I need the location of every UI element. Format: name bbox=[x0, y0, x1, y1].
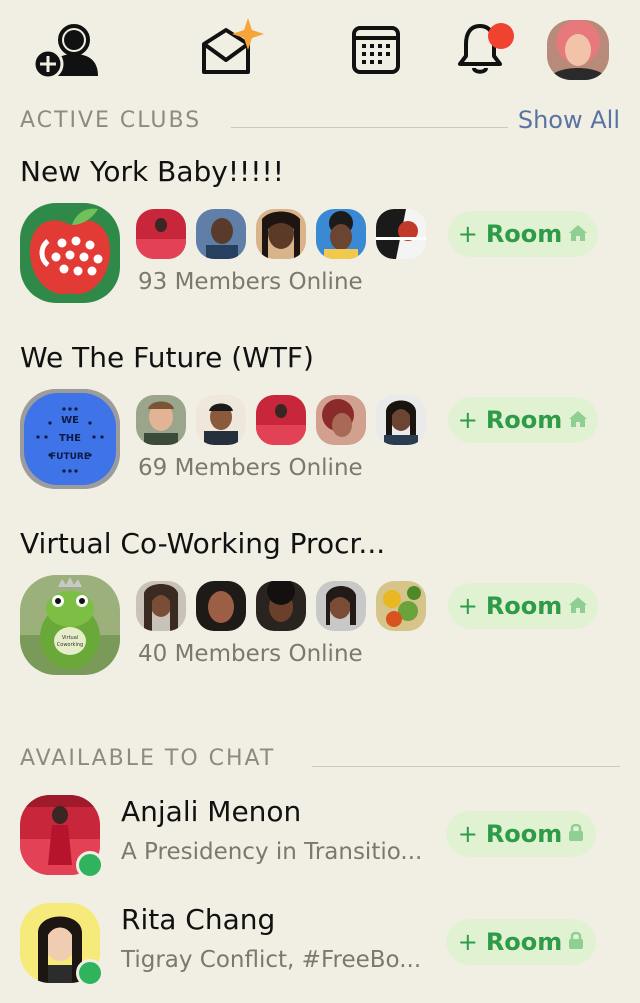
logo-text: THE bbox=[59, 433, 81, 444]
members-online-count: 40 Members Online bbox=[138, 641, 363, 667]
member-avatars bbox=[136, 395, 436, 445]
room-button-label: Room bbox=[485, 220, 563, 248]
add-person-icon[interactable] bbox=[30, 22, 106, 78]
logo-text: Coworking bbox=[57, 642, 83, 648]
member-avatar bbox=[136, 581, 186, 631]
divider bbox=[231, 127, 508, 128]
club-name: New York Baby!!!!! bbox=[20, 155, 284, 188]
plus-icon: + bbox=[457, 820, 478, 848]
member-avatar bbox=[196, 209, 246, 259]
member-avatar bbox=[256, 581, 306, 631]
plus-icon: + bbox=[457, 220, 478, 248]
divider bbox=[312, 766, 620, 767]
member-avatar bbox=[196, 395, 246, 445]
club-photo[interactable]: WE THE FUTURE bbox=[20, 389, 120, 489]
member-avatars bbox=[136, 209, 436, 259]
room-button-label: Room bbox=[485, 820, 563, 848]
chat-person-row[interactable]: Anjali Menon A Presidency in Transitio..… bbox=[0, 795, 640, 895]
member-avatar bbox=[316, 395, 366, 445]
member-avatar bbox=[196, 581, 246, 631]
house-icon bbox=[568, 406, 588, 434]
plus-icon: + bbox=[457, 928, 478, 956]
club-name: We The Future (WTF) bbox=[20, 341, 314, 374]
online-status-dot bbox=[76, 959, 104, 987]
logo-text: Virtual bbox=[62, 635, 78, 641]
start-private-room-button[interactable]: + Room bbox=[446, 811, 596, 857]
house-icon bbox=[568, 592, 588, 620]
calendar-icon[interactable] bbox=[352, 24, 400, 74]
member-avatar bbox=[136, 395, 186, 445]
club-card[interactable]: We The Future (WTF) WE THE FUTURE 69 Mem bbox=[0, 341, 640, 511]
notification-bell-icon[interactable] bbox=[456, 18, 520, 76]
active-clubs-header: ACTIVE CLUBS Show All bbox=[20, 106, 620, 136]
member-avatar bbox=[316, 209, 366, 259]
plus-icon: + bbox=[457, 406, 478, 434]
member-avatar bbox=[136, 209, 186, 259]
person-status: A Presidency in Transitio... bbox=[121, 839, 423, 865]
room-button-label: Room bbox=[485, 406, 563, 434]
show-all-link[interactable]: Show All bbox=[518, 106, 620, 134]
top-bar bbox=[0, 0, 640, 90]
online-status-dot bbox=[76, 851, 104, 879]
member-avatar bbox=[256, 209, 306, 259]
plus-icon: + bbox=[457, 592, 478, 620]
member-avatar bbox=[256, 395, 306, 445]
profile-avatar[interactable] bbox=[547, 20, 609, 80]
start-room-button[interactable]: + Room bbox=[448, 583, 598, 629]
house-icon bbox=[568, 220, 588, 248]
club-photo[interactable]: Virtual Coworking bbox=[20, 575, 120, 675]
logo-text: FUTURE bbox=[50, 452, 90, 462]
start-private-room-button[interactable]: + Room bbox=[446, 919, 596, 965]
logo-text: WE bbox=[61, 415, 79, 426]
person-status: Tigray Conflict, #FreeBo... bbox=[121, 947, 422, 973]
invite-envelope-icon[interactable] bbox=[198, 14, 270, 78]
lock-icon bbox=[568, 928, 584, 956]
start-room-button[interactable]: + Room bbox=[448, 397, 598, 443]
available-to-chat-header: AVAILABLE TO CHAT bbox=[20, 744, 620, 774]
room-button-label: Room bbox=[485, 592, 563, 620]
club-card[interactable]: Virtual Co-Working Procr... Virtual Cowo… bbox=[0, 527, 640, 697]
member-avatar bbox=[376, 209, 426, 259]
lock-icon bbox=[568, 820, 584, 848]
member-avatars bbox=[136, 581, 436, 631]
available-to-chat-title: AVAILABLE TO CHAT bbox=[20, 746, 276, 771]
members-online-count: 69 Members Online bbox=[138, 455, 363, 481]
chat-person-row[interactable]: Rita Chang Tigray Conflict, #FreeBo... +… bbox=[0, 903, 640, 1003]
members-online-count: 93 Members Online bbox=[138, 269, 363, 295]
start-room-button[interactable]: + Room bbox=[448, 211, 598, 257]
member-avatar bbox=[376, 395, 426, 445]
active-clubs-title: ACTIVE CLUBS bbox=[20, 108, 202, 133]
person-name: Rita Chang bbox=[121, 903, 276, 936]
club-name: Virtual Co-Working Procr... bbox=[20, 527, 386, 560]
room-button-label: Room bbox=[485, 928, 563, 956]
club-card[interactable]: New York Baby!!!!! 93 Members Online + R… bbox=[0, 155, 640, 325]
club-photo[interactable] bbox=[20, 203, 120, 303]
member-avatar bbox=[376, 581, 426, 631]
member-avatar bbox=[316, 581, 366, 631]
person-name: Anjali Menon bbox=[121, 795, 302, 828]
